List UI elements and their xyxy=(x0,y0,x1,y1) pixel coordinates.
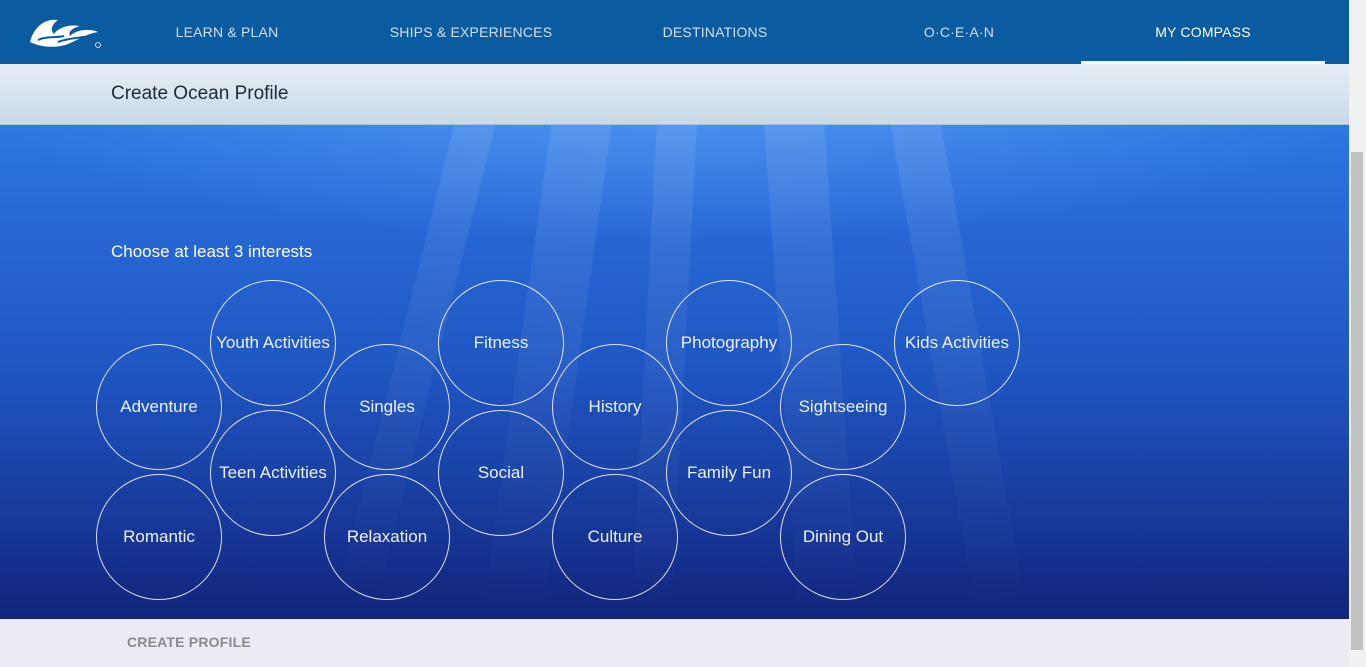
interest-social[interactable]: Social xyxy=(438,410,564,536)
footer: CREATE PROFILE xyxy=(0,619,1349,667)
scrollbar-thumb[interactable] xyxy=(1351,152,1363,650)
top-nav: LEARN & PLAN SHIPS & EXPERIENCES DESTINA… xyxy=(0,0,1349,64)
nav-item-ocean[interactable]: O·C·E·A·N xyxy=(900,0,1018,64)
interest-selection-panel: Create Ocean Profile Choose at least 3 i… xyxy=(0,64,1349,619)
nav-item-ships-experiences[interactable]: SHIPS & EXPERIENCES xyxy=(370,0,572,64)
interest-bubbles: Youth Activities Fitness Photography Kid… xyxy=(0,64,1349,619)
interest-culture[interactable]: Culture xyxy=(552,474,678,600)
interest-sightseeing[interactable]: Sightseeing xyxy=(780,344,906,470)
princess-seawitch-logo-icon[interactable] xyxy=(28,14,102,50)
nav-item-learn-plan[interactable]: LEARN & PLAN xyxy=(150,0,304,64)
interest-history[interactable]: History xyxy=(552,344,678,470)
page: LEARN & PLAN SHIPS & EXPERIENCES DESTINA… xyxy=(0,0,1366,667)
interest-fitness[interactable]: Fitness xyxy=(438,280,564,406)
interest-kids-activities[interactable]: Kids Activities xyxy=(894,280,1020,406)
interest-photography[interactable]: Photography xyxy=(666,280,792,406)
interest-relaxation[interactable]: Relaxation xyxy=(324,474,450,600)
interest-singles[interactable]: Singles xyxy=(324,344,450,470)
interest-romantic[interactable]: Romantic xyxy=(96,474,222,600)
interest-dining-out[interactable]: Dining Out xyxy=(780,474,906,600)
vertical-scrollbar[interactable] xyxy=(1349,0,1366,667)
interest-adventure[interactable]: Adventure xyxy=(96,344,222,470)
nav-item-my-compass[interactable]: MY COMPASS xyxy=(1081,0,1325,64)
active-tab-indicator xyxy=(1081,61,1325,64)
create-profile-button[interactable]: CREATE PROFILE xyxy=(127,634,251,650)
interest-family-fun[interactable]: Family Fun xyxy=(666,410,792,536)
nav-item-destinations[interactable]: DESTINATIONS xyxy=(640,0,790,64)
interest-youth-activities[interactable]: Youth Activities xyxy=(210,280,336,406)
interest-teen-activities[interactable]: Teen Activities xyxy=(210,410,336,536)
